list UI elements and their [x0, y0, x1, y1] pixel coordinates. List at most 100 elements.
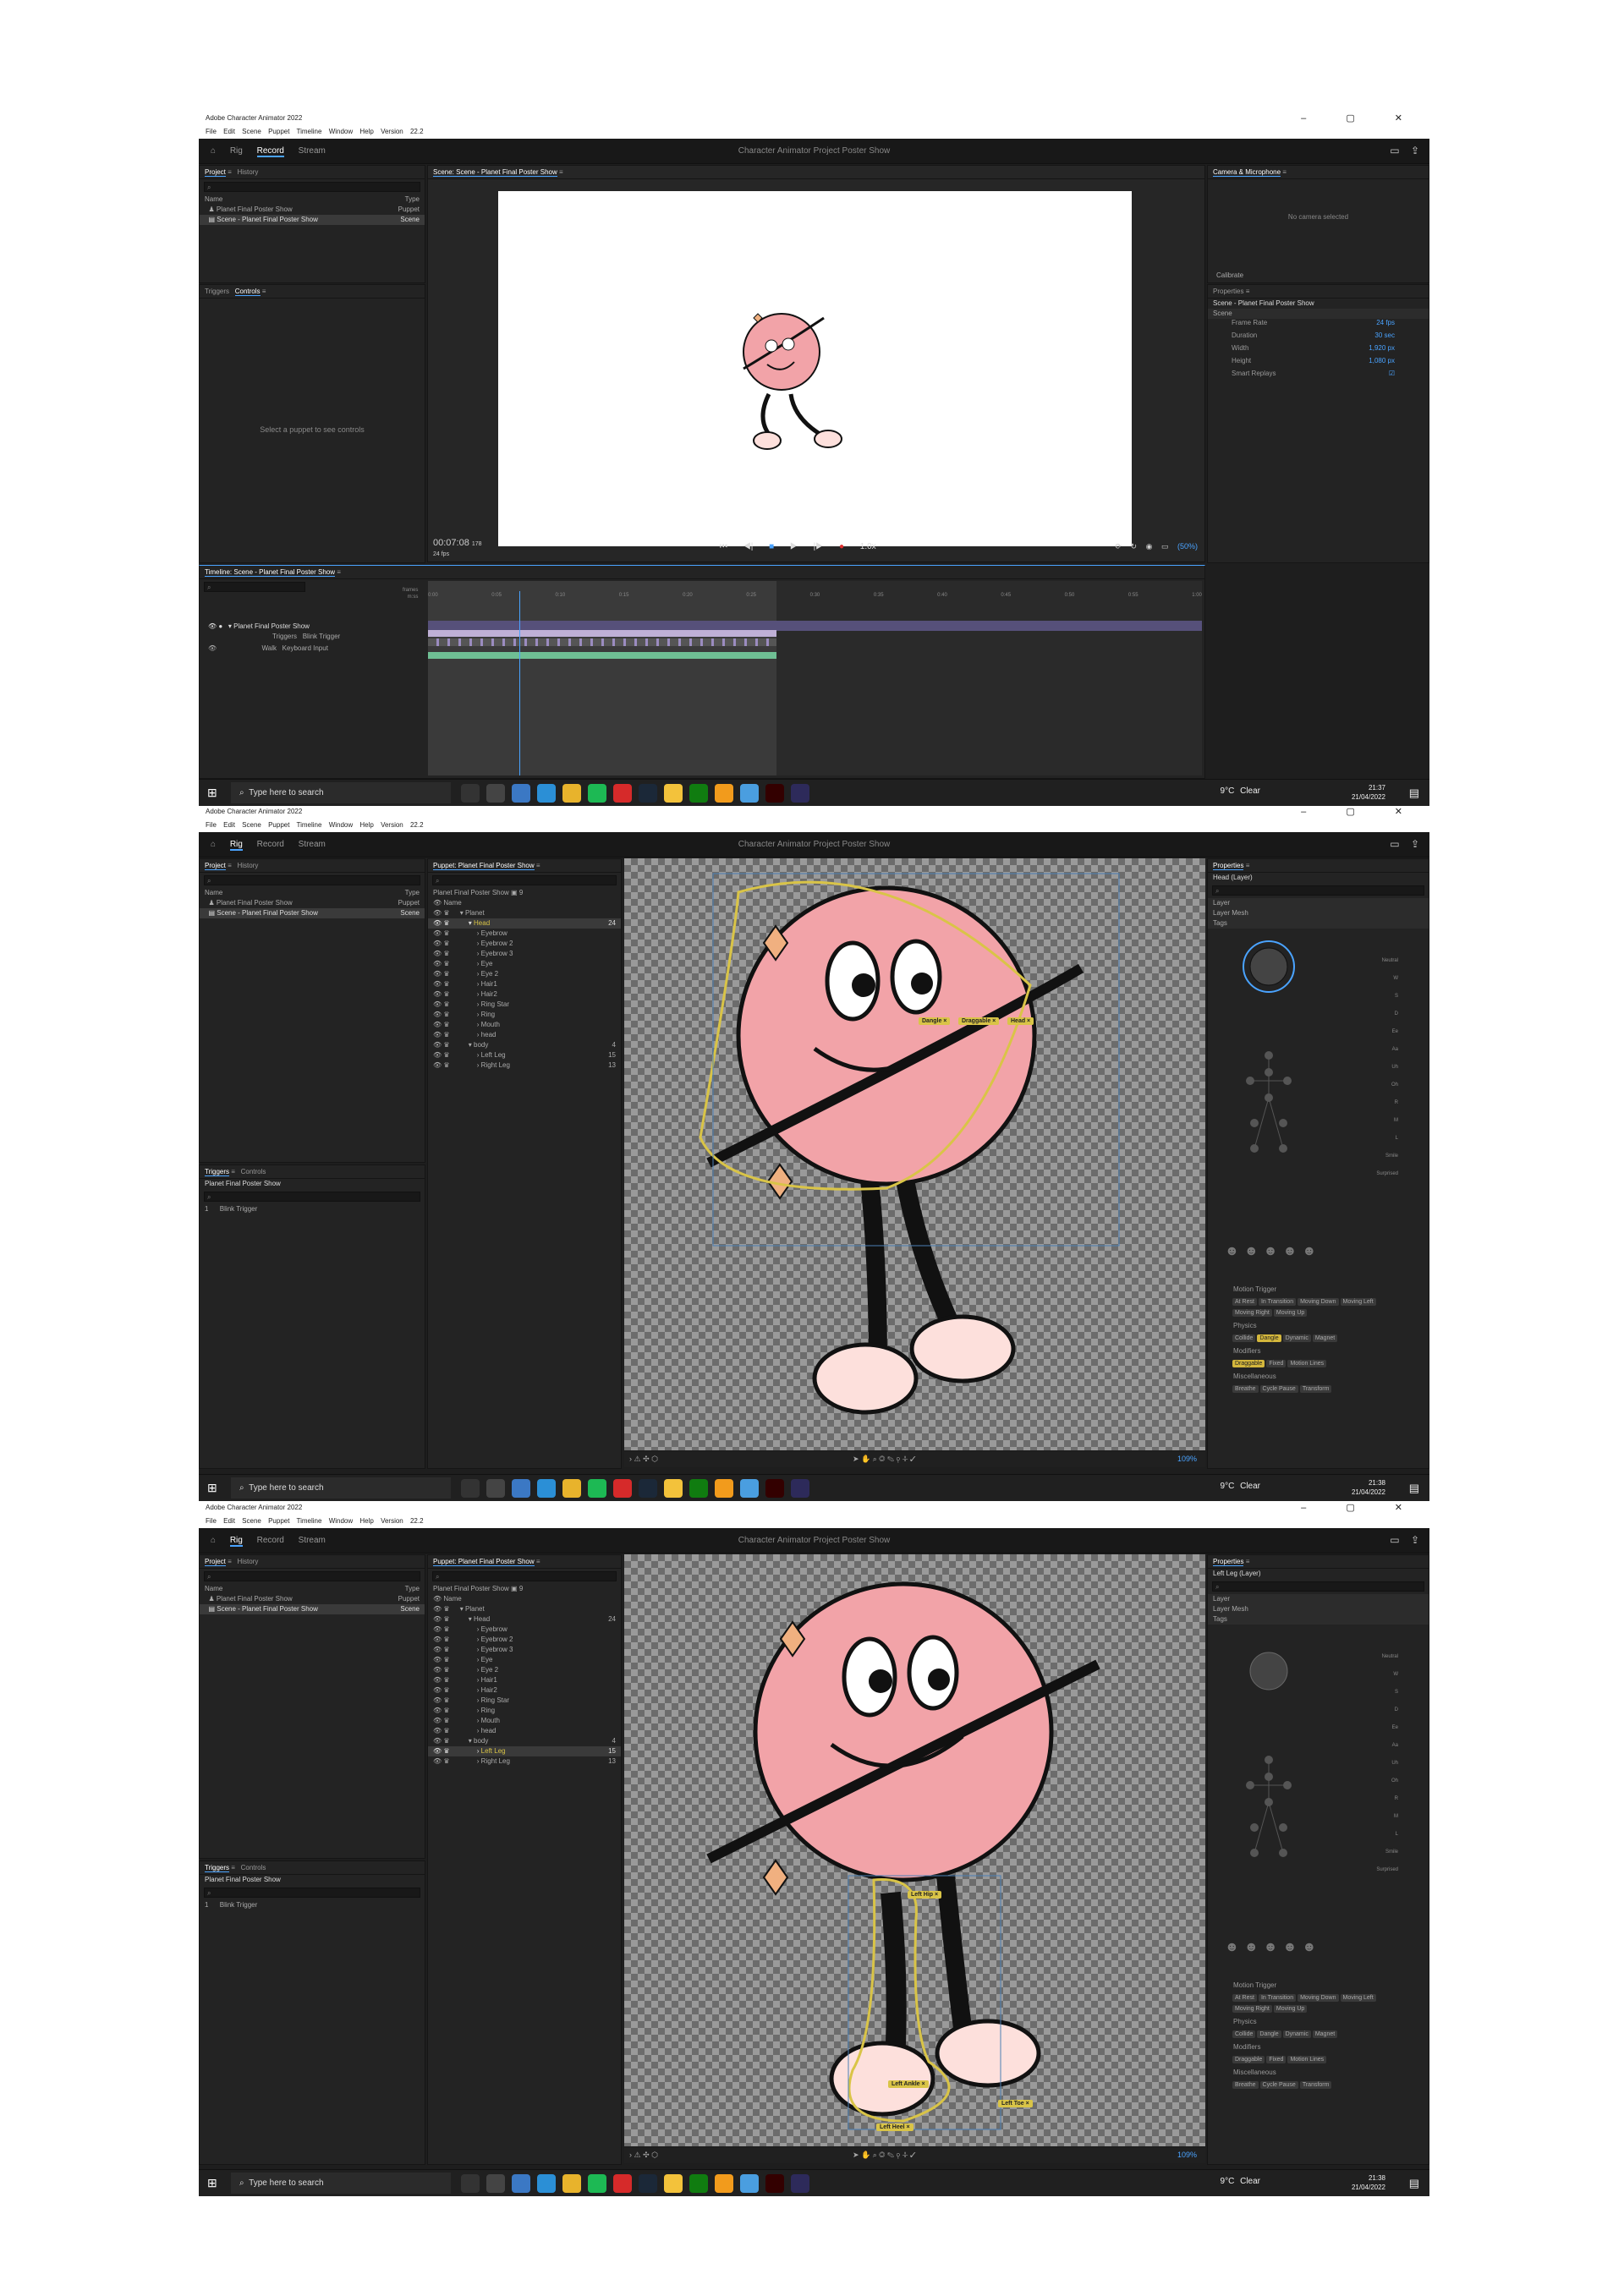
layer-row[interactable]: 👁 ♛ ▾ Planet [428, 1604, 621, 1614]
scene-tab[interactable]: Scene: Scene - Planet Final Poster Show [433, 168, 557, 177]
face-tag[interactable]: S [1330, 988, 1398, 1006]
chrome-icon[interactable] [562, 1479, 581, 1498]
spotify-icon[interactable] [588, 2174, 606, 2193]
rig-tools[interactable]: › ⚠ ✣ ⬡ [629, 2151, 658, 2159]
folder-icon[interactable] [664, 784, 683, 803]
puppet-tab[interactable]: Puppet: Planet Final Poster Show [433, 1558, 535, 1566]
face-tag[interactable]: Smile [1330, 1844, 1398, 1861]
skip-start-icon[interactable]: ⏮ [720, 542, 727, 551]
camera-icon[interactable]: ◉ [1146, 542, 1153, 551]
track-label-triggers[interactable]: Triggers Blink Trigger [267, 632, 420, 642]
steam-icon[interactable] [639, 1479, 657, 1498]
spotify-icon[interactable] [588, 1479, 606, 1498]
search-input[interactable]: ⌕ [204, 1571, 420, 1581]
eye-icon[interactable]: 👁 ♛ [433, 929, 452, 937]
properties-search[interactable]: ⌕ [1212, 1581, 1424, 1592]
rig-tools[interactable]: › ⚠ ✣ ⬡ [629, 1455, 658, 1463]
taskbar-search[interactable]: ⌕ Type here to search [231, 2173, 451, 2194]
track-label-walk[interactable]: 👁 Walk Keyboard Input [203, 644, 423, 654]
scene-section[interactable]: Scene [1208, 309, 1429, 319]
layer-row[interactable]: 👁 ♛ › Mouth [428, 1020, 621, 1030]
face-tag[interactable]: M [1330, 1808, 1398, 1826]
menu-window[interactable]: Window [329, 821, 353, 829]
eye-icon[interactable]: 👁 ♛ [433, 1021, 452, 1028]
handle-label-draggable[interactable]: Draggable × [958, 1017, 1000, 1025]
section-layer[interactable]: Layer [1208, 898, 1429, 908]
trigger-item[interactable]: 1 Blink Trigger [200, 1204, 425, 1214]
eye-icon[interactable]: 👁 ♛ [433, 1636, 452, 1643]
tag-motion-lines[interactable]: Motion Lines [1287, 1360, 1327, 1367]
cortana-icon[interactable] [461, 2174, 480, 2193]
notification-icon[interactable]: ▤ [1409, 2177, 1419, 2190]
cortana-icon[interactable] [461, 784, 480, 803]
tab-project[interactable]: Project [205, 862, 226, 870]
edge-icon[interactable] [537, 784, 556, 803]
menu-timeline[interactable]: Timeline [297, 821, 322, 829]
face-tag[interactable]: Uh [1330, 1755, 1398, 1773]
handle-label-dangle[interactable]: Dangle × [919, 1017, 951, 1025]
list-item[interactable]: ▤ Scene - Planet Final Poster Show Scene [200, 215, 425, 225]
tag-magnet[interactable]: Magnet [1312, 1334, 1338, 1342]
list-item[interactable]: ▤ Scene - Planet Final Poster Show Scene [200, 908, 425, 918]
tag-transform[interactable]: Transform [1299, 2081, 1332, 2089]
zoom-label[interactable]: 109% [1177, 1455, 1197, 1463]
tag-at-rest[interactable]: At Rest [1232, 1994, 1257, 2002]
eye-icon[interactable]: 👁 ♛ [433, 1717, 452, 1724]
edge-icon[interactable] [537, 1479, 556, 1498]
character-animator-icon[interactable] [791, 784, 809, 803]
tag-in-transition[interactable]: In Transition [1258, 1298, 1297, 1306]
walk-track[interactable] [428, 652, 776, 659]
taskbar-search[interactable]: ⌕ Type here to search [231, 782, 451, 803]
tag-moving-down[interactable]: Moving Down [1298, 1298, 1339, 1306]
stop-icon[interactable]: ■ [769, 542, 774, 551]
windows-start-icon[interactable]: ⊞ [207, 786, 217, 800]
task-view-icon[interactable] [486, 2174, 505, 2193]
tag-transform[interactable]: Transform [1299, 1385, 1332, 1393]
sticky-notes-icon[interactable] [715, 1479, 733, 1498]
eye-icon[interactable]: 👁 ♛ [433, 1696, 452, 1704]
menu-file[interactable]: File [206, 128, 217, 135]
cortana-icon[interactable] [461, 1479, 480, 1498]
weather[interactable]: 9°C Clear [1221, 2177, 1260, 2186]
prop-value[interactable]: 24 fps [1376, 319, 1395, 326]
illustrator-icon[interactable] [765, 2174, 784, 2193]
eye-icon[interactable]: 👁 ♛ [433, 1051, 452, 1059]
tab-history[interactable]: History [237, 1558, 258, 1565]
share-icon[interactable]: ⇪ [1411, 1534, 1419, 1546]
tag-breathe[interactable]: Breathe [1232, 1385, 1259, 1393]
layer-row[interactable]: 👁 ♛ › Left Leg 15 [428, 1050, 621, 1060]
list-item[interactable]: ♟ Planet Final Poster Show Puppet [200, 1594, 425, 1604]
xbox-icon[interactable] [689, 1479, 708, 1498]
prop-value[interactable]: 30 sec [1374, 332, 1395, 339]
task-view-icon[interactable] [486, 784, 505, 803]
menu-edit[interactable]: Edit [223, 128, 235, 135]
face-tag[interactable]: Smile [1330, 1148, 1398, 1165]
face-tag[interactable]: Oh [1330, 1077, 1398, 1094]
zoom-label[interactable]: 109% [1177, 2151, 1197, 2159]
camera-tab[interactable]: Camera & Microphone [1213, 168, 1281, 177]
menu-timeline[interactable]: Timeline [297, 1517, 322, 1525]
tag-draggable[interactable]: Draggable [1232, 1360, 1265, 1367]
layer-row[interactable]: 👁 ♛ › Eyebrow 2 [428, 1635, 621, 1645]
handle-label-left-toe[interactable]: Left Toe × [998, 2100, 1033, 2107]
tag-moving-right[interactable]: Moving Right [1232, 2005, 1272, 2013]
face-tag[interactable]: Neutral [1330, 952, 1398, 970]
face-tag[interactable]: Ee [1330, 1719, 1398, 1737]
blink-trigger-bars[interactable] [428, 638, 776, 646]
tag-motion-lines[interactable]: Motion Lines [1287, 2056, 1327, 2063]
track-label-puppet[interactable]: 👁 ● ▾ Planet Final Poster Show [203, 622, 423, 632]
menu-scene[interactable]: Scene [242, 128, 261, 135]
app-icon[interactable] [740, 784, 759, 803]
eye-icon[interactable]: 👁 ♛ [433, 1625, 452, 1633]
tab-history[interactable]: History [237, 862, 258, 869]
eye-icon[interactable]: 👁 ♛ [433, 1011, 452, 1018]
puppet-search[interactable]: ⌕ [432, 875, 617, 885]
tag-moving-down[interactable]: Moving Down [1298, 1994, 1339, 2002]
layer-row[interactable]: 👁 ♛ › head [428, 1030, 621, 1040]
weather[interactable]: 9°C Clear [1221, 1482, 1260, 1491]
sticky-notes-icon[interactable] [715, 784, 733, 803]
timeline-search[interactable]: ⌕ [204, 582, 305, 592]
handle-label-left-ankle[interactable]: Left Ankle × [888, 2080, 929, 2088]
windows-start-icon[interactable]: ⊞ [207, 1481, 217, 1495]
layer-row[interactable]: 👁 ♛ › Ring Star [428, 1000, 621, 1010]
